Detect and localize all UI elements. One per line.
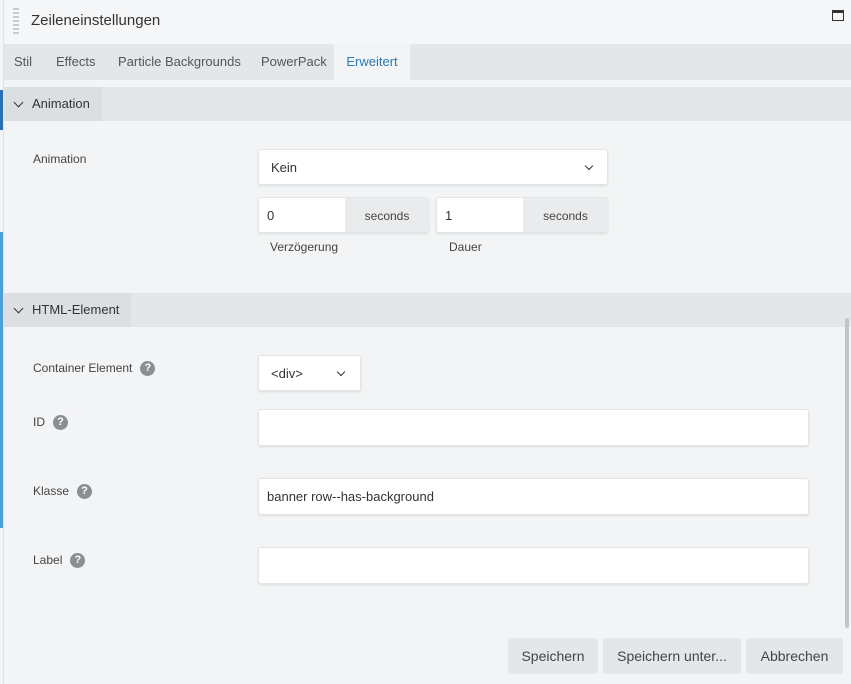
drag-handle-icon[interactable] <box>13 8 19 34</box>
scrollbar[interactable] <box>845 318 849 628</box>
label-label: Label? <box>33 553 86 569</box>
animation-select-value: Kein <box>271 160 298 175</box>
container-element-value: <div> <box>271 366 303 381</box>
chevron-down-icon <box>13 303 24 314</box>
tab-erweitert[interactable]: Erweitert <box>334 44 410 80</box>
section-header-html-element: HTML-Element <box>4 293 851 327</box>
tab-powerpack[interactable]: PowerPack <box>251 44 337 80</box>
delay-label: Verzögerung <box>270 240 339 254</box>
cancel-button[interactable]: Abbrechen <box>746 638 843 674</box>
duration-label: Dauer <box>449 240 482 254</box>
tab-effects[interactable]: Effects <box>46 44 106 80</box>
dialog-titlebar: Zeileneinstellungen <box>4 0 851 44</box>
chevron-down-icon <box>13 97 24 108</box>
section-title: Animation <box>32 96 90 111</box>
duration-field: seconds <box>436 197 608 233</box>
dialog-title: Zeileneinstellungen <box>31 12 161 29</box>
chevron-down-icon <box>336 367 346 377</box>
id-input[interactable] <box>259 410 808 445</box>
save-as-button[interactable]: Speichern unter... <box>603 638 741 674</box>
id-field <box>258 409 809 446</box>
delay-field: seconds <box>258 197 429 233</box>
class-input[interactable] <box>259 479 808 514</box>
section-header-animation: Animation <box>4 87 851 121</box>
help-icon[interactable]: ? <box>77 484 93 500</box>
class-label-text: Klasse <box>33 484 70 498</box>
duration-unit: seconds <box>523 198 608 232</box>
help-icon[interactable]: ? <box>70 553 86 569</box>
tab-bar: Stil Effects Particle Backgrounds PowerP… <box>4 44 851 80</box>
id-label: ID? <box>33 415 68 431</box>
save-button[interactable]: Speichern <box>508 638 598 674</box>
section-toggle-html-element[interactable]: HTML-Element <box>4 293 132 327</box>
container-element-label-text: Container Element <box>33 361 133 375</box>
duration-input[interactable] <box>437 198 523 232</box>
delay-input[interactable] <box>259 198 345 232</box>
label-field <box>258 547 809 584</box>
container-element-select[interactable]: <div> <box>258 355 361 391</box>
class-field <box>258 478 809 515</box>
container-element-label: Container Element? <box>33 361 156 377</box>
maximize-icon[interactable] <box>832 10 844 21</box>
delay-unit: seconds <box>345 198 429 232</box>
row-settings-dialog: Zeileneinstellungen Stil Effects Particl… <box>3 0 851 684</box>
help-icon[interactable]: ? <box>53 415 68 431</box>
section-toggle-animation[interactable]: Animation <box>4 87 102 121</box>
animation-select[interactable]: Kein <box>258 149 608 185</box>
tab-particle-backgrounds[interactable]: Particle Backgrounds <box>108 44 251 80</box>
tab-stil[interactable]: Stil <box>4 44 42 80</box>
section-title: HTML-Element <box>32 302 120 317</box>
animation-label: Animation <box>33 152 87 166</box>
label-label-text: Label <box>33 553 63 567</box>
help-icon[interactable]: ? <box>140 361 156 377</box>
label-input[interactable] <box>259 548 808 583</box>
class-label: Klasse? <box>33 484 93 500</box>
id-label-text: ID <box>33 415 45 429</box>
chevron-down-icon <box>584 161 594 171</box>
